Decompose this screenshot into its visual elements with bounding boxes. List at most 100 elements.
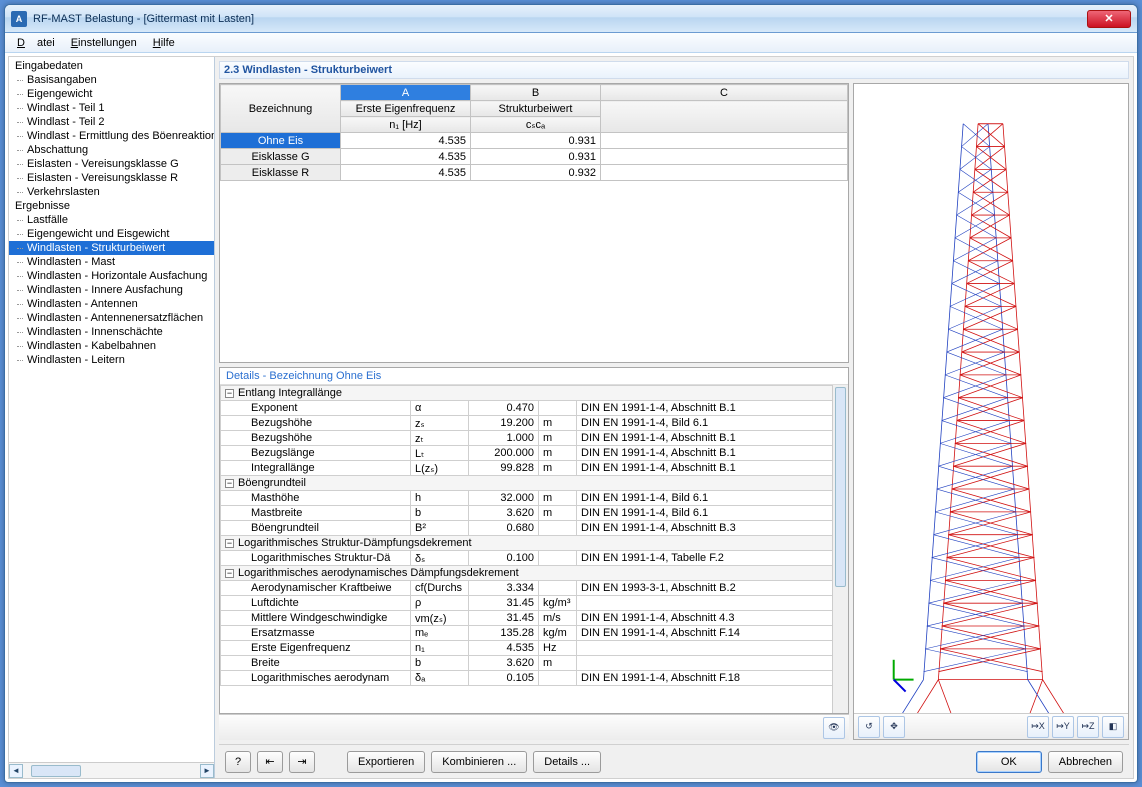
cell[interactable]	[601, 149, 848, 165]
scroll-thumb[interactable]	[835, 387, 846, 587]
details-cell[interactable]	[577, 656, 848, 671]
details-cell[interactable]: δₛ	[411, 551, 469, 566]
details-cell[interactable]: Böengrundteil	[221, 521, 411, 536]
details-cell[interactable]: DIN EN 1991-1-4, Abschnitt B.1	[577, 431, 848, 446]
ok-button[interactable]: OK	[976, 751, 1042, 773]
details-cell[interactable]: DIN EN 1991-1-4, Abschnitt B.1	[577, 461, 848, 476]
row-label[interactable]: Ohne Eis	[221, 133, 341, 149]
details-cell[interactable]: Masthöhe	[221, 491, 411, 506]
details-cell[interactable]	[539, 551, 577, 566]
details-cell[interactable]: b	[411, 656, 469, 671]
details-cell[interactable]: cf(Durchs	[411, 581, 469, 596]
col-b[interactable]: B	[471, 85, 601, 101]
cell[interactable]	[601, 133, 848, 149]
scroll-thumb[interactable]	[31, 765, 81, 777]
details-cell[interactable]: 4.535	[469, 641, 539, 656]
details-cell[interactable]: 0.470	[469, 401, 539, 416]
details-section[interactable]: −Logarithmisches aerodynamisches Dämpfun…	[221, 566, 848, 581]
details-section[interactable]: −Entlang Integrallänge	[221, 386, 848, 401]
details-cell[interactable]: Exponent	[221, 401, 411, 416]
details-cell[interactable]: B²	[411, 521, 469, 536]
details-cell[interactable]: Ersatzmasse	[221, 626, 411, 641]
nav-group-input[interactable]: Eingabedaten	[9, 59, 214, 73]
details-cell[interactable]	[539, 671, 577, 686]
col-c[interactable]: C	[601, 85, 848, 101]
details-cell[interactable]: zₛ	[411, 416, 469, 431]
view-eye-button[interactable]: 👁	[823, 717, 845, 739]
view-iso-button[interactable]: ◧	[1102, 716, 1124, 738]
details-cell[interactable]: Mittlere Windgeschwindigke	[221, 611, 411, 626]
details-cell[interactable]	[539, 581, 577, 596]
details-cell[interactable]: Bezugshöhe	[221, 416, 411, 431]
nav-item[interactable]: Windlasten - Horizontale Ausfachung	[9, 269, 214, 283]
details-cell[interactable]: m	[539, 431, 577, 446]
nav-tree[interactable]: Eingabedaten Basisangaben Eigengewicht W…	[9, 57, 214, 762]
view-y-button[interactable]: ↦Y	[1052, 716, 1074, 738]
details-cell[interactable]	[539, 401, 577, 416]
details-cell[interactable]: DIN EN 1993-3-1, Abschnitt B.2	[577, 581, 848, 596]
details-cell[interactable]: Lₜ	[411, 446, 469, 461]
menu-help[interactable]: Hilfe	[147, 35, 181, 51]
details-cell[interactable]: DIN EN 1991-1-4, Abschnitt B.1	[577, 446, 848, 461]
cancel-button[interactable]: Abbrechen	[1048, 751, 1123, 773]
help-button[interactable]: ?	[225, 751, 251, 773]
details-cell[interactable]: h	[411, 491, 469, 506]
col-a[interactable]: A	[341, 85, 471, 101]
view-pan-button[interactable]: ✥	[883, 716, 905, 738]
view-rotate-button[interactable]: ↺	[858, 716, 880, 738]
details-cell[interactable]: Mastbreite	[221, 506, 411, 521]
details-cell[interactable]: Luftdichte	[221, 596, 411, 611]
nav-item[interactable]: Verkehrslasten	[9, 185, 214, 199]
details-cell[interactable]: DIN EN 1991-1-4, Abschnitt F.18	[577, 671, 848, 686]
scroll-right-icon[interactable]: ►	[200, 764, 214, 778]
details-cell[interactable]: DIN EN 1991-1-4, Bild 6.1	[577, 506, 848, 521]
nav-item[interactable]: Windlast - Teil 2	[9, 115, 214, 129]
details-cell[interactable]: DIN EN 1991-1-4, Abschnitt B.3	[577, 521, 848, 536]
details-cell[interactable]: Logarithmisches Struktur-Dä	[221, 551, 411, 566]
prev-table-button[interactable]: ⇤	[257, 751, 283, 773]
details-cell[interactable]: 32.000	[469, 491, 539, 506]
cell[interactable]: 0.931	[471, 149, 601, 165]
details-cell[interactable]: 99.828	[469, 461, 539, 476]
nav-item[interactable]: Windlast - Ermittlung des Böenreaktions	[9, 129, 214, 143]
details-cell[interactable]: Integrallänge	[221, 461, 411, 476]
details-cell[interactable]: 0.680	[469, 521, 539, 536]
nav-item-selected[interactable]: Windlasten - Strukturbeiwert	[9, 241, 214, 255]
details-cell[interactable]: Hz	[539, 641, 577, 656]
details-cell[interactable]: 1.000	[469, 431, 539, 446]
combine-button[interactable]: Kombinieren ...	[431, 751, 527, 773]
details-cell[interactable]: 31.45	[469, 596, 539, 611]
details-cell[interactable]: Bezugshöhe	[221, 431, 411, 446]
menu-file[interactable]: Datei	[11, 35, 61, 51]
nav-item[interactable]: Eislasten - Vereisungsklasse R	[9, 171, 214, 185]
details-cell[interactable]: DIN EN 1991-1-4, Tabelle F.2	[577, 551, 848, 566]
view-z-button[interactable]: ↦Z	[1077, 716, 1099, 738]
close-button[interactable]: ✕	[1087, 10, 1131, 28]
details-cell[interactable]: DIN EN 1991-1-4, Abschnitt 4.3	[577, 611, 848, 626]
details-cell[interactable]: kg/m³	[539, 596, 577, 611]
details-cell[interactable]: Breite	[221, 656, 411, 671]
details-cell[interactable]: 31.45	[469, 611, 539, 626]
details-cell[interactable]: L(zₛ)	[411, 461, 469, 476]
cell[interactable]: 0.931	[471, 133, 601, 149]
details-cell[interactable]: DIN EN 1991-1-4, Abschnitt F.14	[577, 626, 848, 641]
details-section[interactable]: −Logarithmisches Struktur-Dämpfungsdekre…	[221, 536, 848, 551]
nav-item[interactable]: Windlasten - Antennenersatzflächen	[9, 311, 214, 325]
nav-h-scrollbar[interactable]: ◄ ►	[9, 762, 214, 778]
details-cell[interactable]: 3.620	[469, 506, 539, 521]
details-section[interactable]: −Böengrundteil	[221, 476, 848, 491]
details-cell[interactable]	[577, 641, 848, 656]
nav-item[interactable]: Windlasten - Innere Ausfachung	[9, 283, 214, 297]
nav-item[interactable]: Windlasten - Leitern	[9, 353, 214, 367]
col-bezeichnung[interactable]: Bezeichnung	[221, 85, 341, 133]
cell[interactable]: 4.535	[341, 133, 471, 149]
details-cell[interactable]: m	[539, 506, 577, 521]
row-label[interactable]: Eisklasse G	[221, 149, 341, 165]
results-table[interactable]: Bezeichnung A B C Erste Eigenfrequenz St…	[219, 83, 849, 363]
details-cell[interactable]: 135.28	[469, 626, 539, 641]
details-cell[interactable]: vm(zₛ)	[411, 611, 469, 626]
cell[interactable]	[601, 165, 848, 181]
nav-item[interactable]: Windlasten - Antennen	[9, 297, 214, 311]
scroll-left-icon[interactable]: ◄	[9, 764, 23, 778]
nav-item[interactable]: Windlasten - Kabelbahnen	[9, 339, 214, 353]
